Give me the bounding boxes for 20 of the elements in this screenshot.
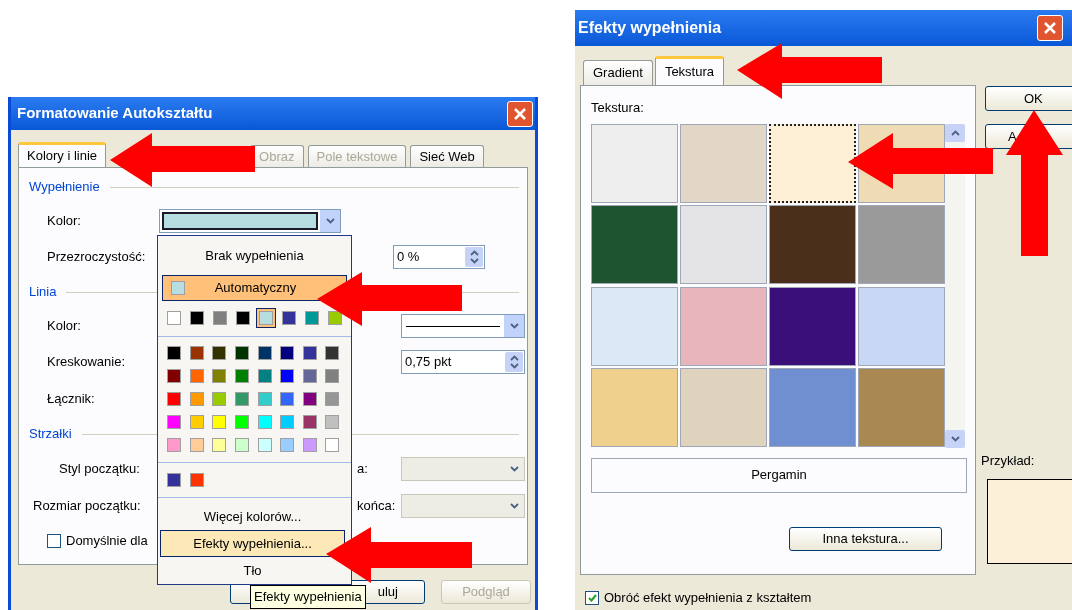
field-label: Tekstura: xyxy=(591,99,645,117)
section-heading: Wypełnienie xyxy=(29,178,100,197)
texture-name-box: Pergamin xyxy=(591,457,967,493)
checkbox-label: Domyślnie dla xyxy=(66,532,148,551)
section-heading: Strzałki xyxy=(29,425,72,444)
checkbox-label: Obróć efekt wypełnienia z kształtem xyxy=(604,589,812,607)
field-label: Styl początku: xyxy=(59,461,140,477)
field-label: a: xyxy=(357,461,368,477)
field-label: Rozmiar początku: xyxy=(33,498,141,514)
tooltip: Efekty wypełnienia xyxy=(250,585,366,609)
field-label: Przykład: xyxy=(981,452,1036,470)
field-label: Kolor: xyxy=(47,212,82,231)
window-title: Formatowanie Autokształtu xyxy=(17,103,213,124)
section-heading: Linia xyxy=(29,283,57,302)
window-title: Efekty wypełnienia xyxy=(578,18,722,38)
field-label: końca: xyxy=(357,498,396,514)
field-label: Łącznik: xyxy=(47,390,95,409)
field-label: Kolor: xyxy=(47,318,81,334)
field-label: Przezroczystość: xyxy=(47,249,146,265)
field-label: Kreskowanie: xyxy=(47,354,126,370)
